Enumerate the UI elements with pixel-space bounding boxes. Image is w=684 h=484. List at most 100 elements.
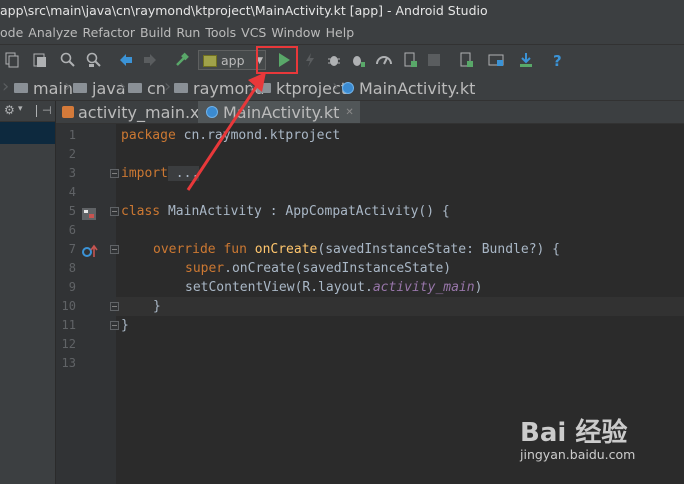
- menu-vcs[interactable]: VCS: [241, 22, 271, 44]
- current-line-highlight: [116, 297, 684, 316]
- code-line-8: override fun onCreate(savedInstanceState…: [153, 240, 560, 259]
- profile-icon[interactable]: [376, 52, 392, 68]
- forward-icon[interactable]: [142, 52, 158, 68]
- resource-reference: activity_main: [372, 280, 475, 295]
- line-number: 8: [68, 261, 76, 275]
- line-number: 7: [68, 242, 76, 256]
- baidu-watermark-url: jingyan.baidu.com: [520, 447, 636, 462]
- find-icon[interactable]: [60, 52, 76, 68]
- line-number: 9: [68, 280, 76, 294]
- project-panel: ⚙ ▾ ⊣: [0, 101, 56, 484]
- keyword: super: [185, 261, 225, 276]
- run-button-highlight: [256, 46, 298, 74]
- folder-icon: [128, 83, 142, 93]
- project-tree-selected-row[interactable]: [0, 122, 55, 144]
- fold-marker[interactable]: [110, 207, 119, 216]
- line-number: 10: [61, 299, 76, 313]
- back-icon[interactable]: [118, 52, 134, 68]
- help-icon[interactable]: ?: [550, 52, 566, 68]
- tab-label: MainActivity.kt: [223, 102, 340, 122]
- baidu-watermark: Bai 经验: [520, 418, 628, 448]
- line-number: 6: [68, 223, 76, 237]
- menu-window[interactable]: Window: [271, 22, 325, 44]
- tab-mainactivity-kt[interactable]: MainActivity.kt ✕: [198, 101, 360, 123]
- menu-refactor[interactable]: Refactor: [83, 22, 140, 44]
- code-text: setContentView(R.layout.: [185, 280, 373, 295]
- avd-manager-icon[interactable]: [458, 52, 474, 68]
- breadcrumb-separator: ›: [248, 76, 256, 97]
- folded-imports[interactable]: ...: [167, 166, 200, 181]
- line-number: 4: [68, 185, 76, 199]
- menu-build[interactable]: Build: [140, 22, 176, 44]
- breadcrumb-separator: ›: [2, 76, 10, 97]
- code-line-1: package cn.raymond.ktproject: [121, 126, 340, 145]
- keyword: override fun: [153, 242, 247, 257]
- breadcrumb-separator: ›: [64, 76, 72, 97]
- breadcrumb-mainactivity[interactable]: MainActivity.kt: [342, 76, 475, 100]
- menu-help[interactable]: Help: [326, 22, 360, 44]
- main-toolbar: [0, 44, 684, 78]
- chevron-down-icon[interactable]: ▾: [18, 104, 23, 114]
- attach-debugger-icon[interactable]: [350, 52, 366, 68]
- paste-icon[interactable]: [32, 52, 48, 68]
- code-line-12: }: [121, 316, 129, 335]
- android-class-icon[interactable]: [82, 205, 96, 220]
- keyword: package: [121, 128, 176, 143]
- code-line-3: import ...: [121, 164, 200, 183]
- line-number: 3: [68, 166, 76, 180]
- folder-icon: [257, 83, 271, 93]
- code-line-11: }: [153, 297, 161, 316]
- code-editor[interactable]: package cn.raymond.ktproject import ... …: [121, 124, 681, 333]
- apply-changes-icon[interactable]: [302, 52, 318, 68]
- folder-icon: [14, 83, 28, 93]
- sdk-manager-icon[interactable]: [518, 52, 534, 68]
- line-number: 1: [68, 128, 76, 142]
- breadcrumb-java[interactable]: java: [73, 76, 126, 100]
- line-number: 11: [61, 318, 76, 332]
- menu-bar: ode Analyze Refactor Build Run Tools VCS Window…: [0, 22, 684, 44]
- breadcrumb-cn[interactable]: cn: [128, 76, 166, 100]
- breadcrumb-separator: ›: [332, 76, 340, 97]
- run-config-label: app: [221, 53, 245, 68]
- copy-icon[interactable]: [4, 52, 20, 68]
- line-number: 5: [68, 204, 76, 218]
- code-line-10: setContentView(R.layout.activity_main): [185, 278, 482, 297]
- menu-run[interactable]: Run: [176, 22, 205, 44]
- gear-icon[interactable]: ⚙: [4, 103, 15, 117]
- breadcrumb-label: MainActivity.kt: [359, 78, 476, 98]
- menu-analyze[interactable]: Analyze: [28, 22, 82, 44]
- debug-icon[interactable]: [326, 52, 342, 68]
- svg-text:?: ?: [553, 52, 562, 68]
- android-module-icon: [203, 55, 217, 67]
- code-text: (savedInstanceState: Bundle?) {: [317, 242, 561, 257]
- menu-code[interactable]: ode: [0, 22, 28, 44]
- code-text: ): [474, 280, 483, 295]
- stop-icon[interactable]: [426, 52, 442, 68]
- code-text: .onCreate(savedInstanceState): [224, 261, 452, 276]
- menu-tools[interactable]: Tools: [205, 22, 241, 44]
- keyword: import: [121, 166, 168, 181]
- line-number: 12: [61, 337, 76, 351]
- xml-file-icon: [62, 106, 74, 118]
- replace-icon[interactable]: [86, 52, 102, 68]
- kotlin-file-icon: [342, 82, 354, 94]
- apply-restart-icon[interactable]: [402, 52, 418, 68]
- line-number: 13: [61, 356, 76, 370]
- fold-marker[interactable]: [110, 169, 119, 178]
- device-manager-icon[interactable]: [488, 52, 504, 68]
- line-number: 2: [68, 147, 76, 161]
- fold-marker[interactable]: [110, 302, 119, 311]
- window-title-bar: app\src\main\java\cn\raymond\ktproject\M…: [0, 0, 684, 22]
- code-text: MainActivity : AppCompatActivity() {: [160, 204, 450, 219]
- override-method-icon[interactable]: [82, 243, 98, 257]
- fold-marker[interactable]: [110, 245, 119, 254]
- window-title: app\src\main\java\cn\raymond\ktproject\M…: [0, 3, 488, 18]
- breadcrumb-separator: ›: [119, 76, 127, 97]
- fold-marker[interactable]: [110, 321, 119, 330]
- function-name: onCreate: [254, 242, 318, 257]
- make-icon[interactable]: [174, 52, 190, 68]
- folder-icon: [174, 83, 188, 93]
- collapse-icon[interactable]: ⊣: [42, 104, 52, 117]
- close-icon[interactable]: ✕: [345, 107, 353, 118]
- code-line-6: class MainActivity : AppCompatActivity()…: [121, 202, 450, 221]
